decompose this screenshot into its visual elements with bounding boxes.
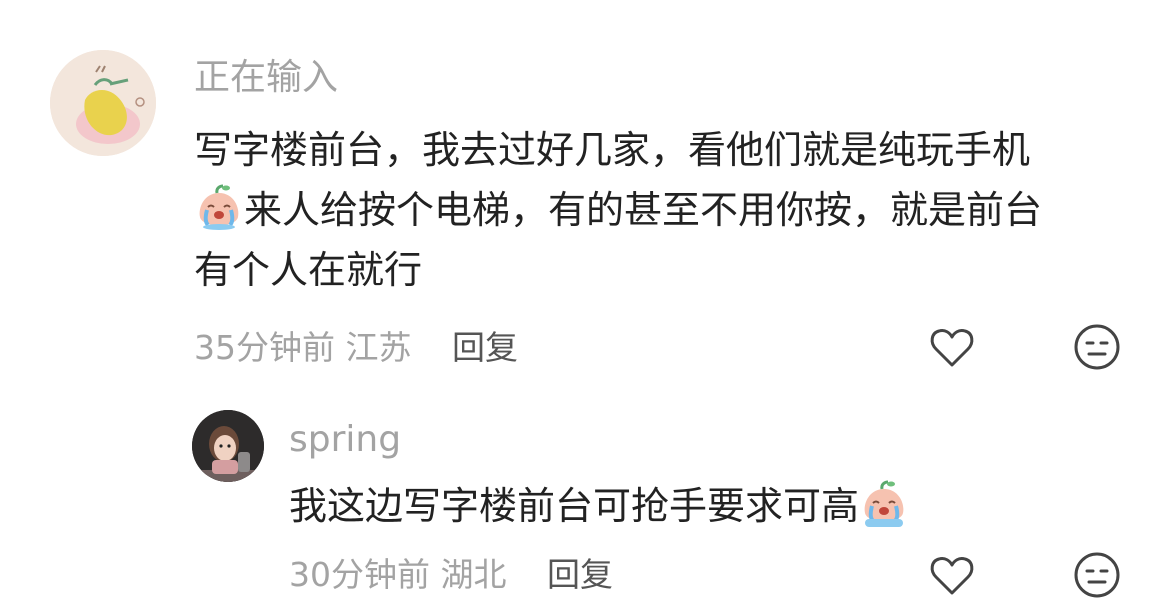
comment-line: 写字楼前台，我去过好几家，看他们就是纯玩手机 <box>194 128 1031 172</box>
crying-peach-emoji-icon <box>864 480 904 527</box>
heart-outline-icon[interactable] <box>927 322 977 372</box>
reply-avatar[interactable] <box>192 410 264 482</box>
reply-text: 我这边写字楼前台可抢手要求可高 <box>289 478 909 534</box>
location: 湖北 <box>440 555 507 594</box>
neutral-face-icon[interactable] <box>1072 322 1122 372</box>
comment-line: 有个人在就行 <box>194 248 423 292</box>
username[interactable]: 正在输入 <box>194 58 338 98</box>
reply-button[interactable]: 回复 <box>547 555 613 594</box>
timestamp: 30分钟前 <box>289 555 430 594</box>
reply-text-content: 我这边写字楼前台可抢手要求可高 <box>289 484 860 528</box>
avatar[interactable] <box>50 50 156 156</box>
reply-username[interactable]: spring <box>289 420 401 460</box>
timestamp: 35分钟前 <box>194 328 335 367</box>
comment-meta: 35分钟前 江苏 回复 <box>194 328 518 368</box>
heart-outline-icon[interactable] <box>927 550 977 600</box>
comment-line-text: 来人给按个电梯，有的甚至不用你按，就是前台 <box>244 188 1043 232</box>
child-photo-avatar-icon <box>192 410 264 482</box>
reply-button[interactable]: 回复 <box>452 328 518 367</box>
location: 江苏 <box>345 328 412 367</box>
comment-text: 写字楼前台，我去过好几家，看他们就是纯玩手机 来人给按个电梯，有的甚至不用你按，… <box>194 120 1124 300</box>
crying-peach-emoji-icon <box>199 184 239 230</box>
reply-meta: 30分钟前 湖北 回复 <box>289 555 613 595</box>
comment-line-with-emoji: 来人给按个电梯，有的甚至不用你按，就是前台 <box>194 180 1124 240</box>
lemon-avatar-icon <box>50 50 156 156</box>
neutral-face-icon[interactable] <box>1072 550 1122 600</box>
